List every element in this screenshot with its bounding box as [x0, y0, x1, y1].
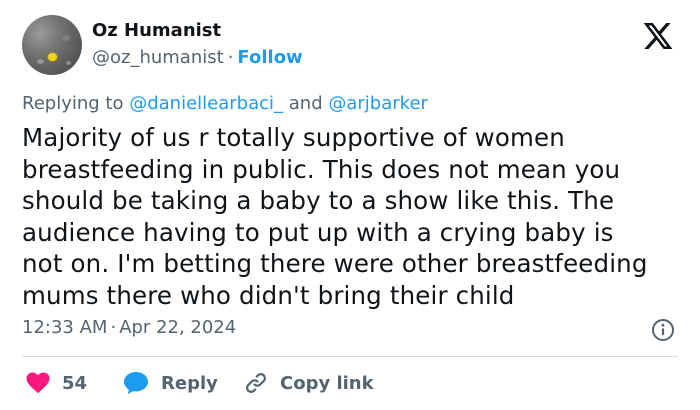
- tweet-text: Majority of us r totally supportive of w…: [22, 122, 682, 311]
- reply-prefix: Replying to: [22, 93, 124, 114]
- tweet-text-line: Majority of us r totally supportive of w…: [22, 123, 565, 152]
- reply-label: Reply: [161, 372, 218, 394]
- tweet-text-line: not on. I'm betting there were other bre…: [22, 249, 648, 278]
- like-button[interactable]: 54: [26, 368, 87, 398]
- flower-icon: [48, 53, 57, 61]
- mention-link[interactable]: @arjbarker: [328, 93, 428, 114]
- tweet-text-line: breastfeeding in public. This does not m…: [22, 154, 621, 184]
- copy-link-button[interactable]: Copy link: [244, 368, 374, 398]
- heart-icon: [26, 372, 50, 394]
- follow-button[interactable]: Follow: [237, 47, 302, 68]
- divider: [22, 356, 678, 357]
- tweet-card: Oz Humanist @oz_humanist · Follow Replying…: [0, 0, 700, 410]
- tweet-time: 12:33 AM: [22, 317, 108, 338]
- tweet-text-line: mums there who didn't bring their child: [22, 280, 515, 310]
- link-icon: [246, 373, 266, 393]
- action-bar: 54 Reply Copy link: [22, 368, 682, 398]
- author-name[interactable]: Oz Humanist: [92, 20, 221, 41]
- author-handle-row: @oz_humanist · Follow: [92, 47, 303, 68]
- tweet-date: Apr 22, 2024: [119, 317, 237, 338]
- timestamp-separator: ·: [110, 317, 117, 338]
- copy-link-label: Copy link: [280, 372, 374, 394]
- x-logo-icon[interactable]: [641, 20, 675, 52]
- handle-separator: ·: [227, 47, 234, 68]
- info-icon[interactable]: [651, 318, 675, 342]
- reply-context: Replying to @daniellearbaci_ and @arjbar…: [22, 93, 428, 114]
- tweet-text-line: should be taking a baby to a show like t…: [22, 186, 615, 215]
- author-handle[interactable]: @oz_humanist: [92, 47, 224, 68]
- tweet-text-line: audience having to put up with a crying …: [22, 217, 614, 247]
- like-count: 54: [62, 372, 88, 394]
- mention-link[interactable]: @daniellearbaci_: [129, 93, 283, 114]
- reply-button[interactable]: Reply: [123, 368, 218, 398]
- reply-conjunction: and: [288, 93, 323, 114]
- speech-bubble-icon: [124, 372, 148, 394]
- timestamp[interactable]: 12:33 AM · Apr 22, 2024: [22, 317, 236, 338]
- avatar[interactable]: [22, 15, 82, 75]
